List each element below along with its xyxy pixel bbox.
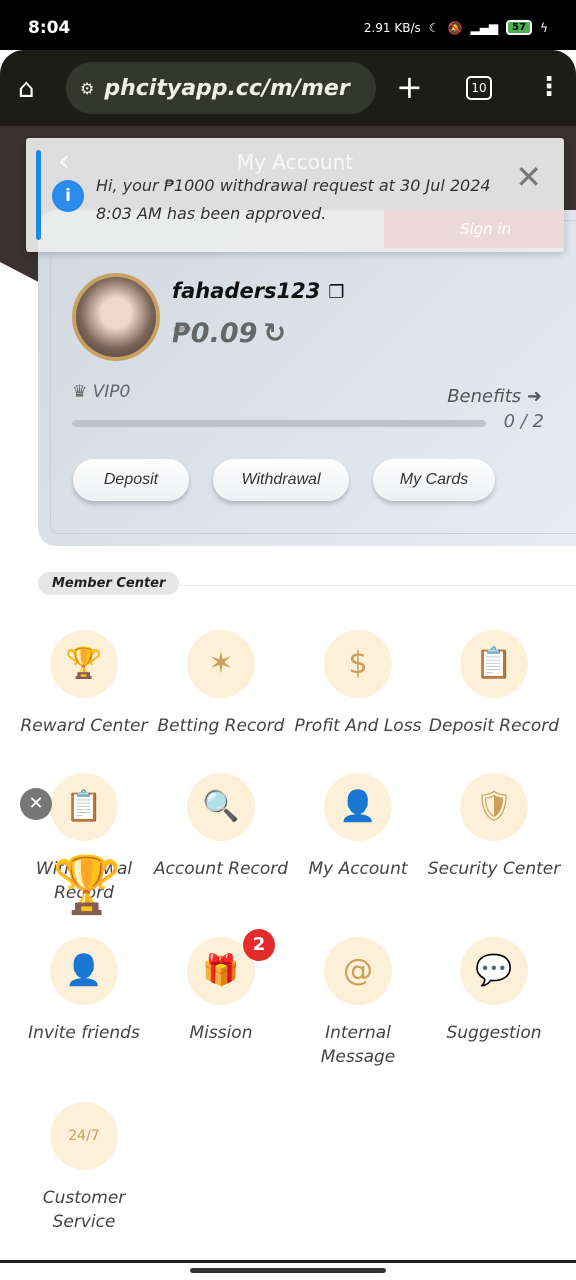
balance-text: ₱0.09 — [172, 318, 258, 349]
toast-accent — [36, 150, 41, 240]
close-icon[interactable]: ✕ — [515, 158, 542, 196]
info-icon: i — [52, 180, 84, 212]
receipt-icon: $ — [324, 630, 392, 698]
chat-star-icon: 💬 — [460, 937, 528, 1005]
divider — [168, 585, 576, 586]
home-icon[interactable]: ⌂ — [18, 74, 35, 104]
member-item-label: Customer Service — [42, 1188, 126, 1232]
more-menu-icon[interactable]: ⋮ — [536, 72, 562, 102]
benefits-text: Benefits — [447, 386, 522, 407]
shield-user-icon: 🛡 — [460, 773, 528, 841]
avatar[interactable] — [72, 273, 160, 361]
my-cards-button[interactable]: My Cards — [373, 459, 495, 501]
withdrawal-button[interactable]: Withdrawal — [213, 459, 349, 501]
member-item[interactable]: 🛡 Security Center — [424, 773, 564, 881]
crown-icon: ♛ — [72, 382, 88, 402]
back-icon[interactable]: ‹ — [58, 144, 70, 179]
sparkle-icon: ✶ — [187, 630, 255, 698]
chart-search-icon: 🔍 — [187, 773, 255, 841]
clipboard-download-icon: 📋 — [50, 773, 118, 841]
member-item-label: Account Record — [153, 859, 289, 879]
member-item[interactable]: 👤 My Account — [288, 773, 428, 881]
username-text: fahaders123 — [172, 279, 321, 303]
clipboard-upload-icon: 📋 — [460, 630, 528, 698]
add-user-icon: 👤 — [50, 937, 118, 1005]
member-item[interactable]: 🎁 Mission 2 — [151, 929, 291, 1045]
site-settings-icon[interactable]: ⚙ — [80, 79, 94, 98]
browser-toolbar: ⌂ ⚙ phcityapp.cc/m/mer + 10 ⋮ — [0, 50, 576, 126]
vip-level: ♛ VIP0 — [72, 382, 130, 402]
member-item[interactable]: 💬 Suggestion — [424, 937, 564, 1045]
vip-progress-text: 0 / 2 — [503, 411, 544, 432]
deposit-button[interactable]: Deposit — [73, 459, 189, 501]
member-item-label: Internal Message — [320, 1023, 396, 1067]
notification-toast: My Account ‹ Sign in i Hi, your ₱1000 wi… — [26, 138, 564, 252]
member-item[interactable]: $ Profit And Loss — [288, 630, 428, 738]
trophy-icon: 🏆 — [50, 630, 118, 698]
member-item[interactable]: 👤 Invite friends — [14, 937, 154, 1045]
close-floating-icon[interactable]: ✕ — [20, 788, 52, 820]
status-bar: 8:04 2.91 KB/s ☾ 🔕 ▂▄▆ 57 ϟ — [0, 0, 576, 50]
tab-count-button[interactable]: 10 — [466, 76, 492, 100]
member-item[interactable]: ✶ Betting Record — [151, 630, 291, 738]
benefits-link[interactable]: Benefits ➜ — [447, 386, 542, 407]
member-item[interactable]: 24/7 Customer Service — [14, 1102, 154, 1234]
battery-icon: 57 — [506, 20, 533, 35]
toast-message: Hi, your ₱1000 withdrawal request at 30 … — [96, 176, 491, 223]
member-item-label: Reward Center — [20, 716, 148, 736]
notification-badge: 2 — [243, 929, 275, 961]
moon-icon: ☾ — [428, 20, 440, 35]
floating-trophy-icon[interactable]: 🏆 — [52, 852, 122, 918]
user-icon: 👤 — [324, 773, 392, 841]
balance: ₱0.09 ↻ — [172, 318, 286, 349]
member-item-label: My Account — [308, 859, 408, 879]
member-item-label: Deposit Record — [428, 716, 560, 736]
member-item[interactable]: 🔍 Account Record — [151, 773, 291, 881]
member-item-label: Suggestion — [446, 1023, 542, 1043]
member-item[interactable]: @ Internal Message — [288, 937, 428, 1069]
chevron-right-icon: ➜ — [526, 386, 542, 407]
username: fahaders123 ❐ — [172, 279, 345, 303]
copy-icon[interactable]: ❐ — [328, 282, 344, 303]
refresh-icon[interactable]: ↻ — [263, 318, 286, 349]
at-icon: @ — [324, 937, 392, 1005]
bell-off-icon: 🔕 — [447, 20, 463, 35]
charging-icon: ϟ — [540, 20, 548, 35]
clock: 8:04 — [28, 18, 71, 38]
member-item-label: Invite friends — [28, 1023, 140, 1043]
member-item[interactable]: 🏆 Reward Center — [14, 630, 154, 738]
24-7-icon: 24/7 — [50, 1102, 118, 1170]
signal-icon: ▂▄▆ — [470, 20, 499, 35]
member-item-label: Security Center — [427, 859, 561, 879]
home-gesture-handle[interactable] — [190, 1268, 386, 1273]
vip-progress-bar — [72, 420, 486, 427]
address-bar[interactable]: ⚙ phcityapp.cc/m/mer — [66, 62, 376, 114]
member-item-label: Profit And Loss — [294, 716, 422, 736]
new-tab-icon[interactable]: + — [396, 68, 423, 106]
page-title: My Account — [236, 150, 354, 174]
url-text: phcityapp.cc/m/mer — [104, 75, 350, 101]
vip-text: VIP0 — [92, 382, 131, 402]
member-item-label: Mission — [189, 1023, 253, 1043]
section-title: Member Center — [38, 572, 180, 595]
network-speed: 2.91 KB/s — [363, 20, 421, 35]
member-item[interactable]: 📋 Deposit Record — [424, 630, 564, 738]
navigation-bar — [0, 1260, 576, 1280]
member-item-label: Betting Record — [157, 716, 285, 736]
